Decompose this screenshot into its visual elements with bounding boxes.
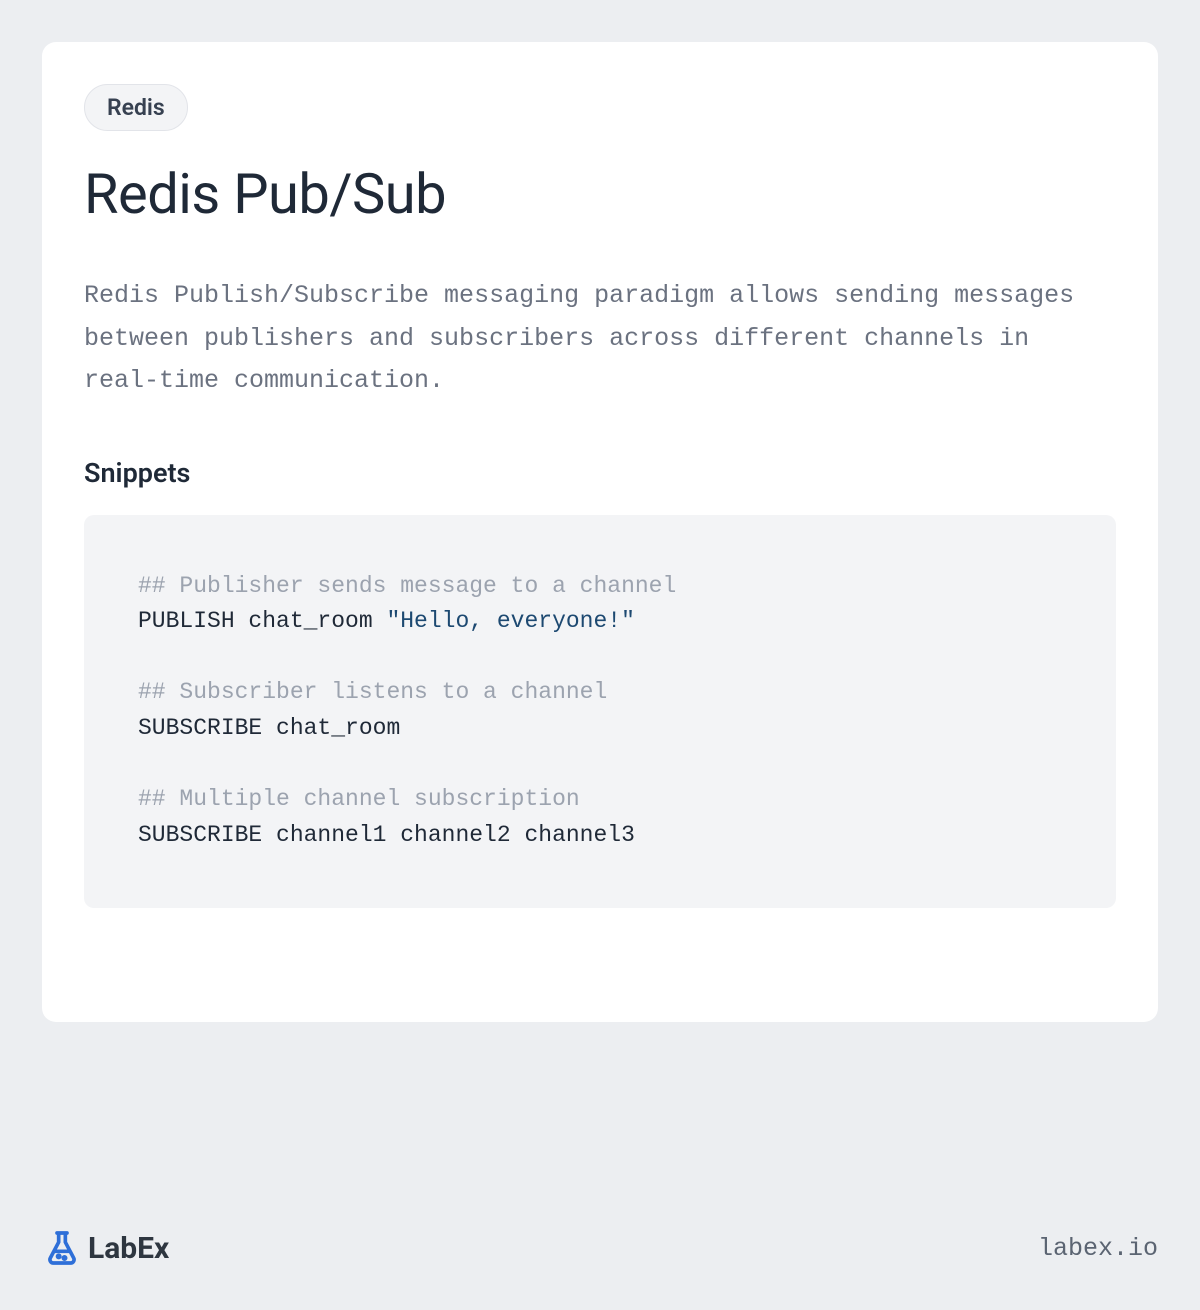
page-title: Redis Pub/Sub	[84, 161, 1116, 227]
description-text: Redis Publish/Subscribe messaging paradi…	[84, 275, 1116, 403]
code-command: PUBLISH chat_room	[138, 608, 386, 634]
code-line: PUBLISH chat_room "Hello, everyone!"	[138, 604, 1062, 640]
code-comment: ## Publisher sends message to a channel	[138, 573, 676, 599]
footer-url: labex.io	[1038, 1234, 1158, 1263]
code-line: SUBSCRIBE channel1 channel2 channel3	[138, 818, 1062, 854]
content-card: Redis Redis Pub/Sub Redis Publish/Subscr…	[42, 42, 1158, 1022]
code-empty-line	[138, 747, 1062, 783]
code-string: "Hello, everyone!"	[386, 608, 634, 634]
code-line: SUBSCRIBE chat_room	[138, 711, 1062, 747]
code-block: ## Publisher sends message to a channel …	[84, 515, 1116, 908]
code-comment: ## Subscriber listens to a channel	[138, 679, 607, 705]
snippets-heading: Snippets	[84, 457, 1116, 489]
code-empty-line	[138, 640, 1062, 676]
flask-icon	[42, 1228, 82, 1268]
code-line: ## Subscriber listens to a channel	[138, 675, 1062, 711]
code-command: SUBSCRIBE channel1 channel2 channel3	[138, 822, 635, 848]
code-line: ## Multiple channel subscription	[138, 782, 1062, 818]
category-tag: Redis	[84, 84, 188, 131]
code-comment: ## Multiple channel subscription	[138, 786, 580, 812]
code-line: ## Publisher sends message to a channel	[138, 569, 1062, 605]
brand-name: LabEx	[88, 1231, 169, 1266]
code-command: SUBSCRIBE chat_room	[138, 715, 400, 741]
brand-logo: LabEx	[42, 1228, 169, 1268]
footer: LabEx labex.io	[42, 1228, 1158, 1268]
